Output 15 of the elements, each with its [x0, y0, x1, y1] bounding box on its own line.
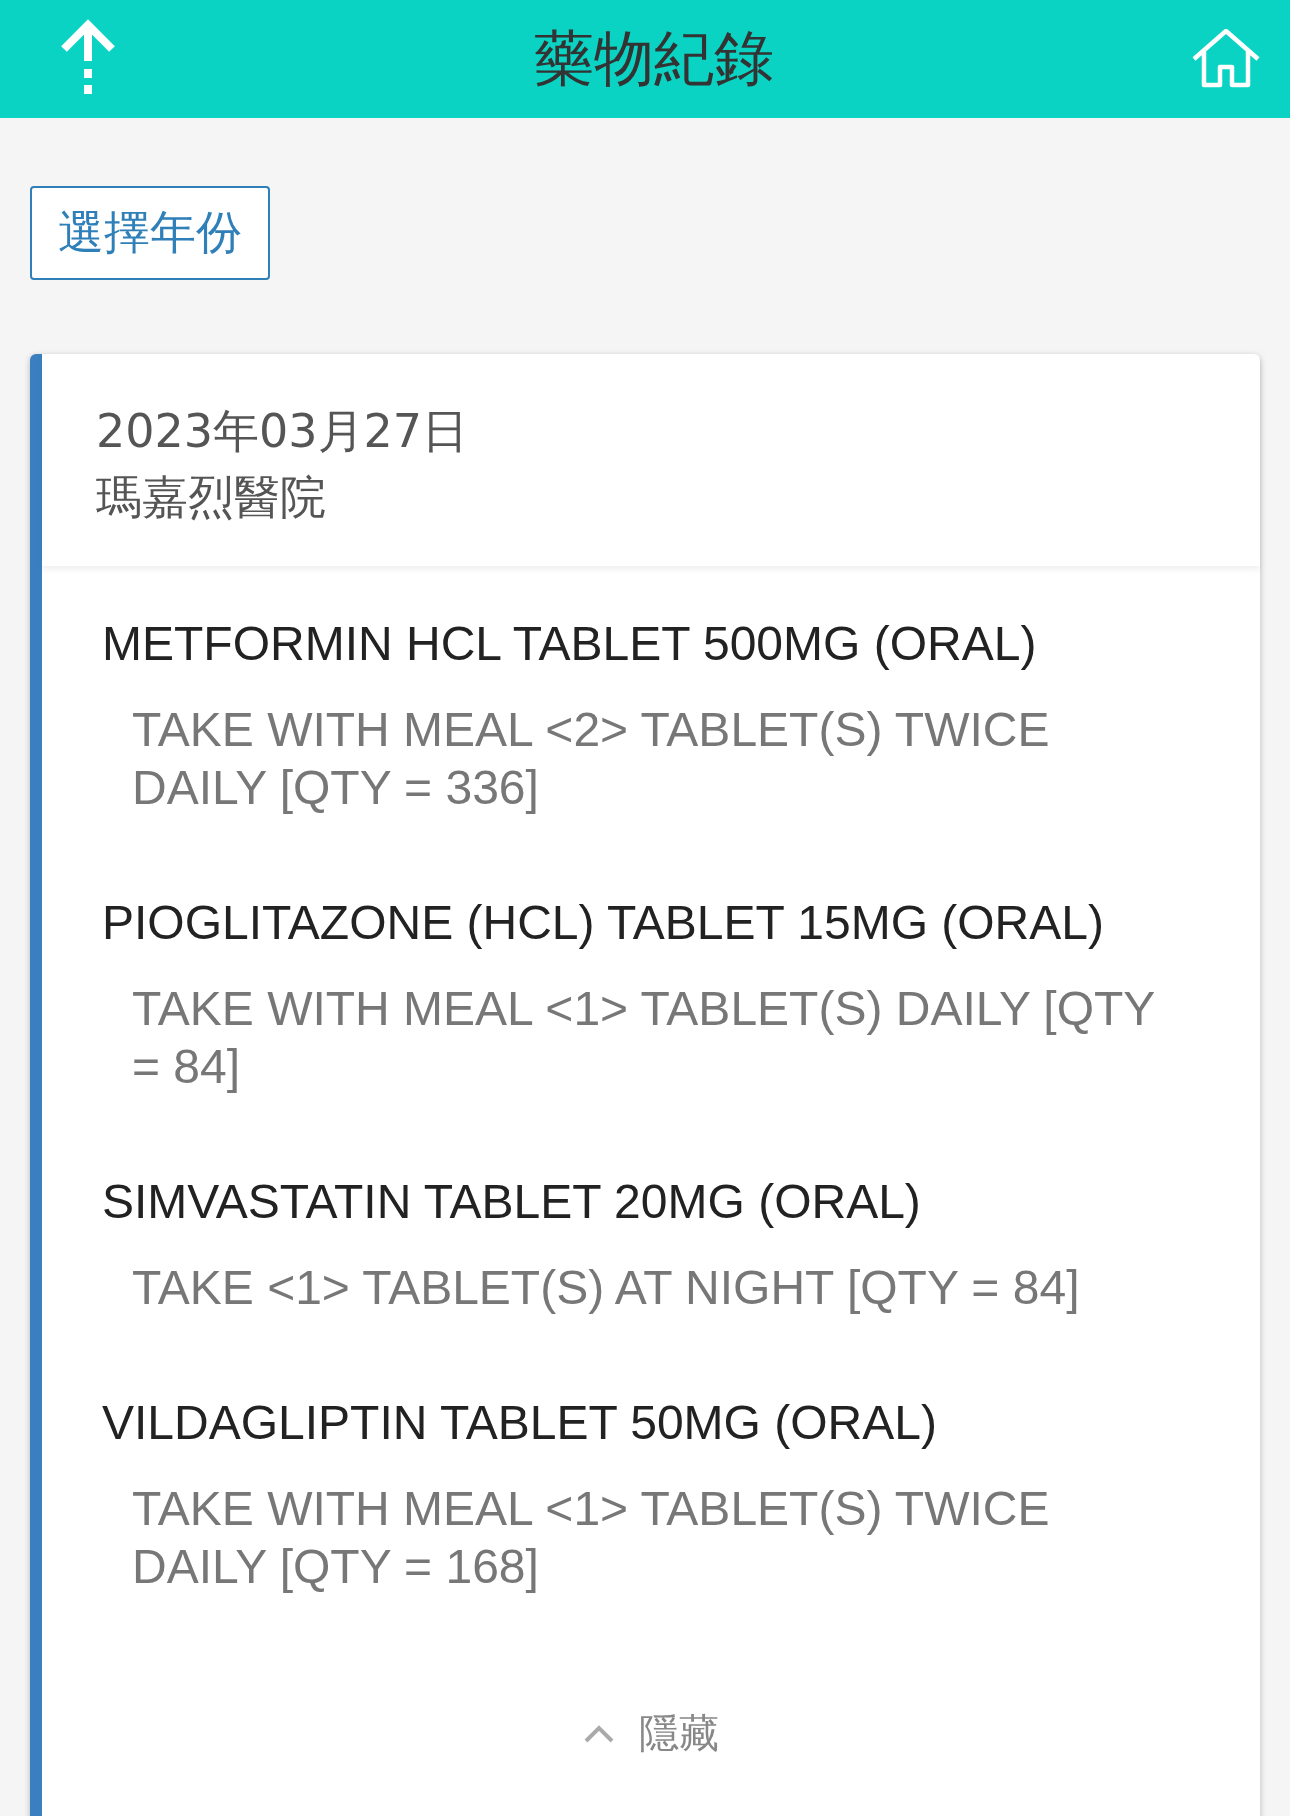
- medication-name: SIMVASTATIN TABLET 20MG (ORAL): [102, 1174, 922, 1229]
- record-date: 2023年03月27日: [96, 403, 470, 460]
- medication-name: PIOGLITAZONE (HCL) TABLET 15MG (ORAL): [102, 895, 1105, 950]
- page-title: 藥物紀錄: [534, 21, 774, 95]
- caret-icon[interactable]: [583, 1723, 615, 1744]
- select-year-button[interactable]: 選擇年份: [30, 186, 270, 280]
- hide-link[interactable]: 隱藏: [639, 1706, 719, 1761]
- home-icon[interactable]: [1190, 29, 1262, 89]
- medication-instructions: TAKE WITH MEAL <2> TABLET(S) TWICE DAILY [QTY = 336]: [131, 702, 1051, 816]
- medication-name: VILDAGLIPTIN TABLET 50MG (ORAL): [102, 1395, 938, 1450]
- medication-instructions: TAKE WITH MEAL <1> TABLET(S) TWICE DAILY [QTY = 168]: [131, 1481, 1051, 1595]
- medication-instructions: TAKE WITH MEAL <1> TABLET(S) DAILY [QTY = 84]: [131, 981, 1156, 1095]
- hospital-name: 瑪嘉烈醫院: [96, 469, 327, 526]
- medication-instructions: TAKE <1> TABLET(S) AT NIGHT [QTY = 84]: [131, 1260, 1081, 1316]
- medication-name: METFORMIN HCL TABLET 500MG (ORAL): [102, 616, 1038, 671]
